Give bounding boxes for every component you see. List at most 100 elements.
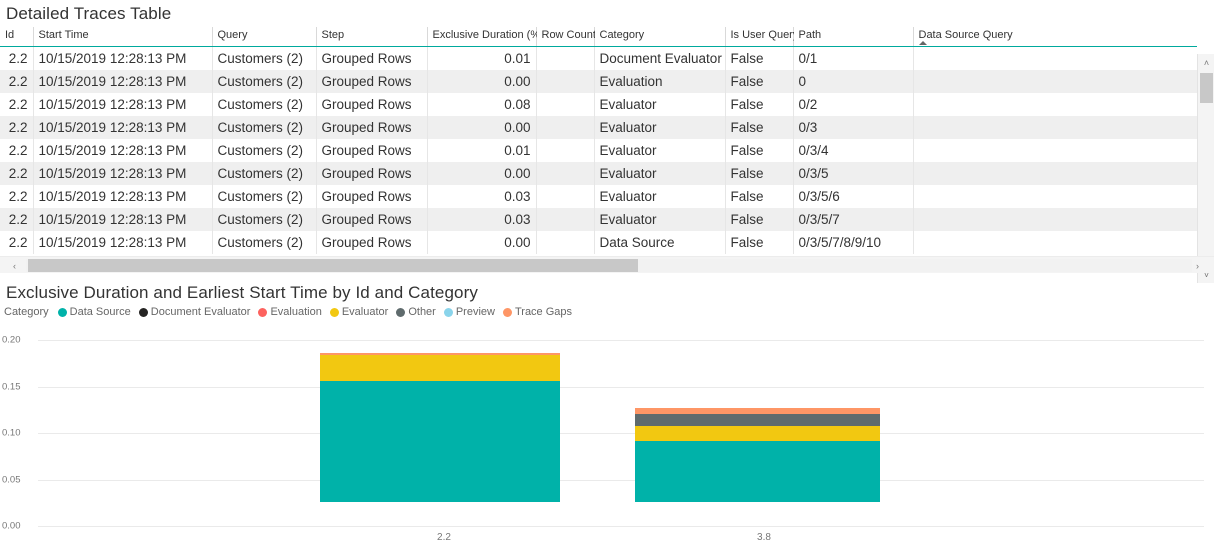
cell-cat: Data Source: [594, 231, 725, 254]
cell-start: 10/15/2019 12:28:13 PM: [33, 47, 212, 71]
column-header-label: Exclusive Duration (%): [433, 29, 544, 41]
cell-dsq: [913, 208, 1197, 231]
column-header-rows[interactable]: Row Count: [536, 27, 594, 47]
legend-swatch-icon: [503, 308, 512, 317]
table-row[interactable]: 2.210/15/2019 12:28:13 PMCustomers (2)Gr…: [0, 208, 1197, 231]
table-vertical-scrollbar[interactable]: ˄ ˅: [1197, 54, 1214, 283]
column-header-label: Query: [218, 29, 248, 41]
cell-cat: Evaluator: [594, 208, 725, 231]
cell-id: 2.2: [0, 47, 33, 71]
cell-start: 10/15/2019 12:28:13 PM: [33, 139, 212, 162]
cell-query: Customers (2): [212, 70, 316, 93]
vertical-scroll-thumb[interactable]: [1200, 73, 1213, 103]
bar-segment-trace-gaps[interactable]: [635, 408, 880, 414]
cell-cat: Evaluator: [594, 185, 725, 208]
bar-segment-data-source[interactable]: [320, 381, 560, 502]
column-header-isuser[interactable]: Is User Query: [725, 27, 793, 47]
bar-segment-evaluator[interactable]: [320, 355, 560, 381]
cell-cat: Evaluator: [594, 116, 725, 139]
cell-rows: [536, 185, 594, 208]
bar-column-3.8[interactable]: [635, 408, 880, 502]
scroll-right-icon[interactable]: ›: [1189, 257, 1206, 274]
cell-excl: 0.03: [427, 208, 536, 231]
table-scroll-region[interactable]: Id Start Time Query Step Exclusive Duration …: [0, 27, 1197, 256]
legend-swatch-icon: [139, 308, 148, 317]
scroll-up-icon[interactable]: ˄: [1198, 54, 1214, 71]
legend-swatch-icon: [330, 308, 339, 317]
column-header-cat[interactable]: Category: [594, 27, 725, 47]
bar-column-2.2[interactable]: [320, 353, 560, 502]
legend-item-trace-gaps[interactable]: Trace Gaps: [503, 306, 572, 318]
table-grid: Id Start Time Query Step Exclusive Duration …: [0, 27, 1214, 256]
cell-path: 0/3/4: [793, 139, 913, 162]
cell-rows: [536, 162, 594, 185]
cell-path: 0/3/5: [793, 162, 913, 185]
cell-step: Grouped Rows: [316, 231, 427, 254]
legend-title: Category: [4, 306, 49, 318]
bar-segment-other[interactable]: [635, 414, 880, 426]
cell-path: 0/3/5/7: [793, 208, 913, 231]
table-row[interactable]: 2.210/15/2019 12:28:13 PMCustomers (2)Gr…: [0, 70, 1197, 93]
column-header-dsq[interactable]: Data Source Query: [913, 27, 1197, 47]
sort-ascending-icon[interactable]: [919, 41, 927, 45]
cell-start: 10/15/2019 12:28:13 PM: [33, 116, 212, 139]
legend-item-evaluator[interactable]: Evaluator: [330, 306, 388, 318]
cell-path: 0: [793, 70, 913, 93]
column-header-label: Id: [5, 29, 14, 41]
table-row[interactable]: 2.210/15/2019 12:28:13 PMCustomers (2)Gr…: [0, 185, 1197, 208]
legend-swatch-icon: [258, 308, 267, 317]
column-header-label: Category: [600, 29, 645, 41]
legend-item-evaluation[interactable]: Evaluation: [258, 306, 321, 318]
cell-id: 2.2: [0, 93, 33, 116]
cell-rows: [536, 208, 594, 231]
cell-query: Customers (2): [212, 162, 316, 185]
cell-query: Customers (2): [212, 93, 316, 116]
bar-segment-evaluator[interactable]: [635, 426, 880, 441]
column-header-id[interactable]: Id: [0, 27, 33, 47]
chart-plot-area: 0.000.050.100.150.20 2.23.8: [0, 334, 1214, 552]
cell-isuser: False: [725, 116, 793, 139]
table-row[interactable]: 2.210/15/2019 12:28:13 PMCustomers (2)Gr…: [0, 139, 1197, 162]
cell-step: Grouped Rows: [316, 185, 427, 208]
cell-cat: Evaluator: [594, 93, 725, 116]
cell-dsq: [913, 116, 1197, 139]
legend-item-other[interactable]: Other: [396, 306, 436, 318]
column-header-start[interactable]: Start Time: [33, 27, 212, 47]
table-row[interactable]: 2.210/15/2019 12:28:13 PMCustomers (2)Gr…: [0, 93, 1197, 116]
column-header-excl[interactable]: Exclusive Duration (%): [427, 27, 536, 47]
bar-segment-trace-gaps[interactable]: [320, 353, 560, 355]
report-page: Detailed Traces Table IdStart TimeQueryS…: [0, 0, 1214, 552]
x-axis-tick-label: 3.8: [757, 532, 771, 543]
legend-item-document-evaluator[interactable]: Document Evaluator: [139, 306, 251, 318]
column-header-query[interactable]: Query: [212, 27, 316, 47]
scroll-left-icon[interactable]: ‹: [6, 257, 23, 274]
cell-id: 2.2: [0, 116, 33, 139]
cell-start: 10/15/2019 12:28:13 PM: [33, 162, 212, 185]
table-row[interactable]: 2.210/15/2019 12:28:13 PMCustomers (2)Gr…: [0, 116, 1197, 139]
table-horizontal-scrollbar[interactable]: ‹ ›: [0, 256, 1214, 273]
cell-excl: 0.00: [427, 70, 536, 93]
cell-id: 2.2: [0, 139, 33, 162]
bar-segment-data-source[interactable]: [635, 441, 880, 502]
horizontal-scroll-thumb[interactable]: [28, 259, 638, 272]
legend-item-preview[interactable]: Preview: [444, 306, 495, 318]
legend-item-data-source[interactable]: Data Source: [58, 306, 131, 318]
cell-id: 2.2: [0, 231, 33, 254]
cell-step: Grouped Rows: [316, 162, 427, 185]
cell-cat: Evaluator: [594, 139, 725, 162]
column-header-label: Step: [322, 29, 345, 41]
cell-step: Grouped Rows: [316, 70, 427, 93]
cell-excl: 0.01: [427, 139, 536, 162]
x-axis: 2.23.8: [0, 530, 1214, 550]
cell-excl: 0.00: [427, 116, 536, 139]
legend-swatch-icon: [58, 308, 67, 317]
column-header-step[interactable]: Step: [316, 27, 427, 47]
cell-isuser: False: [725, 162, 793, 185]
cell-query: Customers (2): [212, 47, 316, 71]
column-header-label: Is User Query: [731, 29, 799, 41]
cell-dsq: [913, 70, 1197, 93]
column-header-path[interactable]: Path: [793, 27, 913, 47]
table-row[interactable]: 2.210/15/2019 12:28:13 PMCustomers (2)Gr…: [0, 47, 1197, 71]
table-row[interactable]: 2.210/15/2019 12:28:13 PMCustomers (2)Gr…: [0, 231, 1197, 254]
table-row[interactable]: 2.210/15/2019 12:28:13 PMCustomers (2)Gr…: [0, 162, 1197, 185]
